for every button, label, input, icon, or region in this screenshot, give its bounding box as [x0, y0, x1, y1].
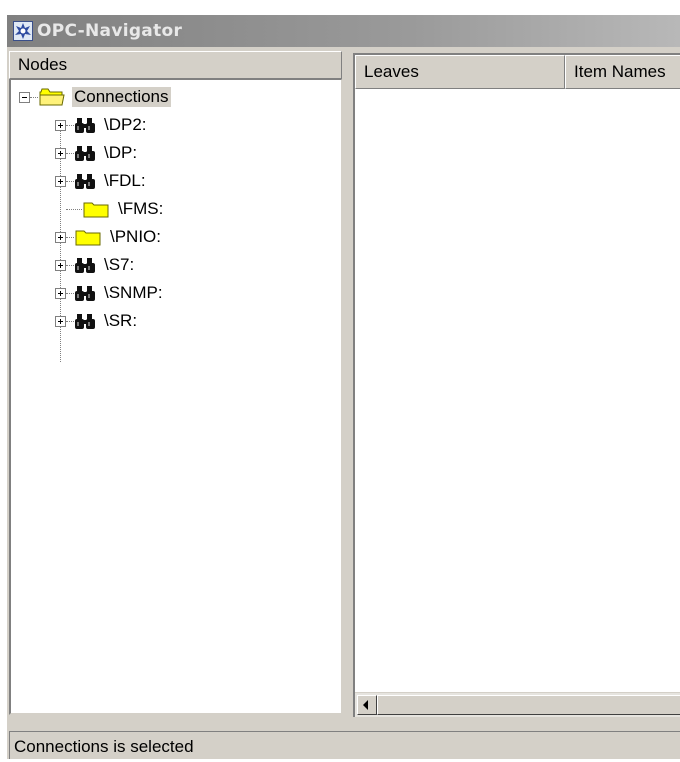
opc-navigator-app-icon[interactable] — [13, 21, 33, 41]
leaves-list[interactable]: Leaves Item Names — [353, 53, 680, 717]
expand-toggle[interactable] — [55, 175, 66, 187]
tree-node-sr[interactable]: \SR: — [55, 308, 139, 334]
nodes-tree[interactable]: Connections \DP2: \DP: \FDL: \FMS: \PNIO… — [9, 79, 342, 715]
binoculars-icon — [74, 284, 96, 302]
folder-icon — [82, 199, 110, 219]
tree-node-label: \SR: — [104, 311, 138, 330]
tree-node-label: \S7: — [104, 255, 135, 274]
tree-branch-line — [66, 152, 74, 154]
collapse-toggle[interactable] — [19, 91, 30, 103]
tree-node-label: \DP: — [104, 143, 138, 162]
tree-node-dp2[interactable]: \DP2: — [55, 112, 149, 138]
title-bar[interactable]: OPC-Navigator — [7, 15, 680, 47]
tree-node-pnio[interactable]: \PNIO: — [55, 224, 163, 250]
tree-node-snmp[interactable]: \SNMP: — [55, 280, 165, 306]
window-title: OPC-Navigator — [37, 21, 183, 41]
tree-branch-line — [66, 124, 74, 126]
horizontal-scrollbar[interactable] — [355, 692, 680, 717]
nodes-pane: Nodes Connections \DP2: \DP: \FDL: \FMS:… — [9, 51, 342, 715]
scroll-left-arrow-icon[interactable] — [357, 695, 377, 715]
expand-toggle[interactable] — [55, 315, 66, 327]
tree-node-s7[interactable]: \S7: — [55, 252, 136, 278]
expand-toggle[interactable] — [55, 287, 66, 299]
expand-toggle[interactable] — [55, 119, 66, 131]
nodes-column-header[interactable]: Nodes — [9, 51, 342, 79]
leaves-column-header[interactable]: Leaves — [355, 55, 565, 89]
tree-node-label: \FDL: — [104, 171, 146, 190]
tree-branch-line — [66, 208, 82, 210]
tree-node-label: \FMS: — [118, 199, 164, 218]
binoculars-icon — [74, 116, 96, 134]
tree-node-label: \PNIO: — [110, 227, 162, 246]
status-text: Connections is selected — [9, 731, 680, 759]
open-folder-icon — [38, 87, 66, 107]
tree-node-connections[interactable]: Connections — [19, 84, 171, 110]
item-names-column-header[interactable]: Item Names — [565, 55, 680, 89]
tree-branch-line — [66, 264, 74, 266]
tree-node-dp[interactable]: \DP: — [55, 140, 139, 166]
binoculars-icon — [74, 312, 96, 330]
expand-toggle[interactable] — [55, 147, 66, 159]
binoculars-icon — [74, 256, 96, 274]
binoculars-icon — [74, 172, 96, 190]
tree-branch-line — [66, 236, 74, 238]
tree-node-label: \SNMP: — [104, 283, 163, 302]
binoculars-icon — [74, 144, 96, 162]
tree-branch-line — [66, 180, 74, 182]
expand-toggle[interactable] — [55, 231, 66, 243]
opc-navigator-window: OPC-Navigator Nodes Connections \DP2: \D… — [6, 14, 680, 759]
status-bar: Connections is selected — [7, 727, 680, 759]
tree-branch-line — [66, 292, 74, 294]
folder-icon — [74, 227, 102, 247]
tree-branch-line — [66, 320, 74, 322]
tree-node-fms[interactable]: \FMS: — [66, 196, 165, 222]
tree-node-label: \DP2: — [104, 115, 147, 134]
tree-node-fdl[interactable]: \FDL: — [55, 168, 148, 194]
tree-node-label: Connections — [72, 87, 171, 107]
scrollbar-thumb[interactable] — [377, 695, 680, 715]
expand-toggle[interactable] — [55, 259, 66, 271]
tree-branch-line — [30, 96, 38, 98]
leaves-pane: Leaves Item Names — [353, 53, 680, 717]
